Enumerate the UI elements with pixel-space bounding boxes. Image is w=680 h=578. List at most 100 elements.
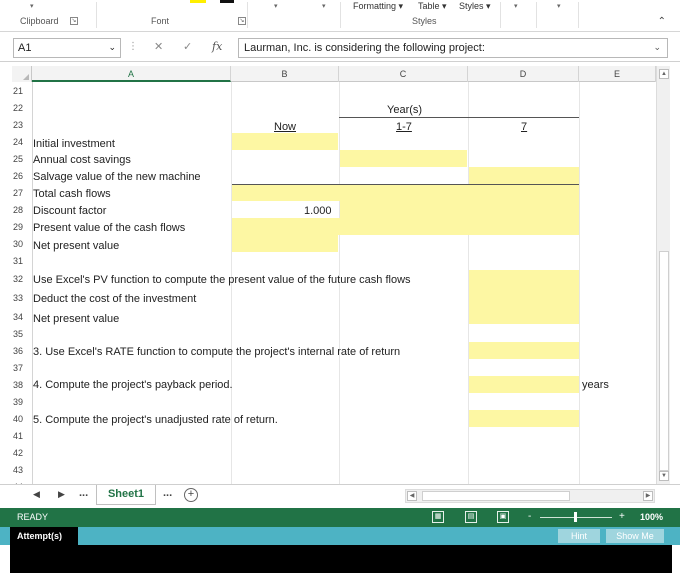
hint-button[interactable]: Hint — [558, 529, 600, 543]
row-header[interactable]: 31 — [12, 253, 32, 270]
row-header[interactable]: 26 — [12, 168, 32, 185]
now-header-cell[interactable]: Now — [272, 119, 296, 136]
row-header[interactable]: 24 — [12, 134, 32, 151]
year-7-header-cell[interactable]: 7 — [519, 119, 527, 136]
alignment-dropdown-icon[interactable]: ▾ — [322, 2, 326, 10]
font-dropdown-icon[interactable]: ▾ — [274, 2, 278, 10]
zoom-slider-thumb[interactable] — [574, 512, 577, 522]
page-layout-view-icon[interactable]: ▤ — [465, 511, 477, 523]
discount-factor-now-value[interactable]: 1.000 — [302, 203, 332, 220]
collapse-ribbon-icon[interactable]: ⌃ — [658, 16, 666, 27]
highlight-color-swatch[interactable] — [190, 0, 206, 3]
spreadsheet-grid[interactable]: A B C D E 21 22 23 24 25 26 27 28 29 30 … — [12, 66, 656, 484]
horizontal-scroll-thumb[interactable] — [422, 491, 570, 501]
row-header[interactable]: 35 — [12, 326, 32, 343]
horizontal-scrollbar[interactable]: ◀ ▶ — [405, 489, 655, 503]
row-header[interactable]: 40 — [12, 411, 32, 428]
enter-icon[interactable]: ✓ — [183, 40, 192, 53]
add-sheet-icon[interactable]: + — [184, 488, 198, 502]
row-header[interactable]: 25 — [12, 151, 32, 168]
row-header[interactable]: 22 — [12, 100, 32, 117]
scroll-up-icon[interactable]: ▲ — [659, 69, 669, 79]
years-unit-label[interactable]: years — [580, 377, 609, 394]
vertical-scrollbar[interactable]: ▲ ▼ — [656, 66, 670, 484]
editing-dropdown-icon[interactable]: ▾ — [557, 2, 561, 10]
input-cell-b30[interactable] — [232, 235, 338, 252]
year-header-cell[interactable]: Year(s) — [385, 102, 422, 119]
label-deduct-cost[interactable]: Deduct the cost of the investment — [31, 291, 196, 308]
scroll-down-icon[interactable]: ▼ — [659, 471, 669, 481]
show-me-button[interactable]: Show Me — [606, 529, 664, 543]
tab-sheet1[interactable]: Sheet1 — [96, 485, 156, 505]
row-header[interactable]: 23 — [12, 117, 32, 134]
row-header[interactable]: 37 — [12, 360, 32, 377]
column-header-d[interactable]: D — [468, 66, 579, 82]
pv-function-instruction[interactable]: Use Excel's PV function to compute the p… — [31, 272, 411, 289]
name-box[interactable]: A1 ⌄ — [13, 38, 121, 58]
label-net-present-value[interactable]: Net present value — [31, 238, 119, 255]
row-header[interactable]: 32 — [12, 271, 32, 288]
row-header[interactable]: 33 — [12, 290, 32, 307]
zoom-level[interactable]: 100% — [640, 512, 663, 522]
select-all-corner[interactable] — [12, 66, 32, 82]
scroll-right-icon[interactable]: ▶ — [643, 491, 653, 501]
row-header[interactable]: 42 — [12, 445, 32, 462]
input-cell-d36[interactable] — [469, 342, 579, 359]
next-sheet-icon[interactable]: ▶ — [58, 489, 65, 500]
column-header-a[interactable]: A — [32, 66, 231, 82]
input-cell-c25[interactable] — [340, 150, 467, 167]
expand-formula-icon[interactable]: ⌄ — [653, 42, 661, 53]
column-header-e[interactable]: E — [579, 66, 656, 82]
label-total-cash-flows[interactable]: Total cash flows — [31, 186, 111, 203]
formula-input[interactable]: Laurman, Inc. is considering the followi… — [238, 38, 668, 58]
column-header-c[interactable]: C — [339, 66, 468, 82]
label-discount-factor[interactable]: Discount factor — [31, 203, 106, 220]
input-cells-row28[interactable] — [340, 201, 579, 218]
label-initial-investment[interactable]: Initial investment — [31, 136, 115, 153]
cell-styles-button[interactable]: Styles ▾ — [459, 1, 491, 12]
arr-instruction[interactable]: 5. Compute the project's unadjusted rate… — [31, 412, 278, 429]
prev-sheet-icon[interactable]: ◀ — [33, 489, 40, 500]
format-as-table-button[interactable]: Table ▾ — [418, 1, 447, 12]
row-header[interactable]: 29 — [12, 219, 32, 236]
more-sheets-left[interactable]: ... — [79, 487, 88, 499]
input-cell-d38[interactable] — [469, 376, 579, 393]
more-options-icon[interactable]: ⋮ — [128, 41, 138, 52]
conditional-formatting-button[interactable]: Formatting ▾ — [353, 1, 403, 12]
row-header[interactable]: 39 — [12, 394, 32, 411]
row-header[interactable]: 38 — [12, 377, 32, 394]
row-header[interactable]: 43 — [12, 462, 32, 479]
years-1-7-header-cell[interactable]: 1-7 — [394, 119, 412, 136]
more-sheets-right[interactable]: ... — [163, 487, 172, 499]
scroll-left-icon[interactable]: ◀ — [407, 491, 417, 501]
cancel-icon[interactable]: ✕ — [154, 40, 163, 53]
row-header[interactable]: 21 — [12, 83, 32, 100]
input-cell-d40[interactable] — [469, 410, 579, 427]
input-cells-d32-d34[interactable] — [469, 270, 579, 324]
input-cells-row29[interactable] — [232, 218, 579, 235]
font-color-swatch[interactable] — [220, 0, 234, 3]
clipboard-launcher-icon[interactable]: ↘ — [70, 17, 78, 25]
label-pv-cash-flows[interactable]: Present value of the cash flows — [31, 220, 185, 237]
vertical-scroll-thumb[interactable] — [659, 251, 669, 471]
page-break-view-icon[interactable]: ▣ — [497, 511, 509, 523]
label-net-present-value-2[interactable]: Net present value — [31, 311, 119, 328]
payback-instruction[interactable]: 4. Compute the project's payback period. — [31, 377, 233, 394]
row-header[interactable]: 36 — [12, 343, 32, 360]
zoom-in-icon[interactable]: + — [619, 511, 625, 522]
row-header[interactable]: 27 — [12, 185, 32, 202]
row-header[interactable]: 30 — [12, 236, 32, 253]
row-header[interactable]: 28 — [12, 202, 32, 219]
chevron-down-icon[interactable]: ⌄ — [108, 42, 116, 53]
rate-function-instruction[interactable]: 3. Use Excel's RATE function to compute … — [31, 344, 400, 361]
label-salvage-value[interactable]: Salvage value of the new machine — [31, 169, 201, 186]
column-header-b[interactable]: B — [231, 66, 339, 82]
paste-dropdown-icon[interactable]: ▾ — [30, 2, 34, 10]
label-annual-cost-savings[interactable]: Annual cost savings — [31, 152, 131, 169]
input-cells-row27[interactable] — [232, 184, 579, 201]
cells-dropdown-icon[interactable]: ▾ — [514, 2, 518, 10]
input-cell-d26[interactable] — [469, 167, 579, 184]
insert-function-icon[interactable]: fx — [212, 40, 222, 53]
zoom-out-icon[interactable]: - — [528, 511, 531, 522]
font-launcher-icon[interactable]: ↘ — [238, 17, 246, 25]
